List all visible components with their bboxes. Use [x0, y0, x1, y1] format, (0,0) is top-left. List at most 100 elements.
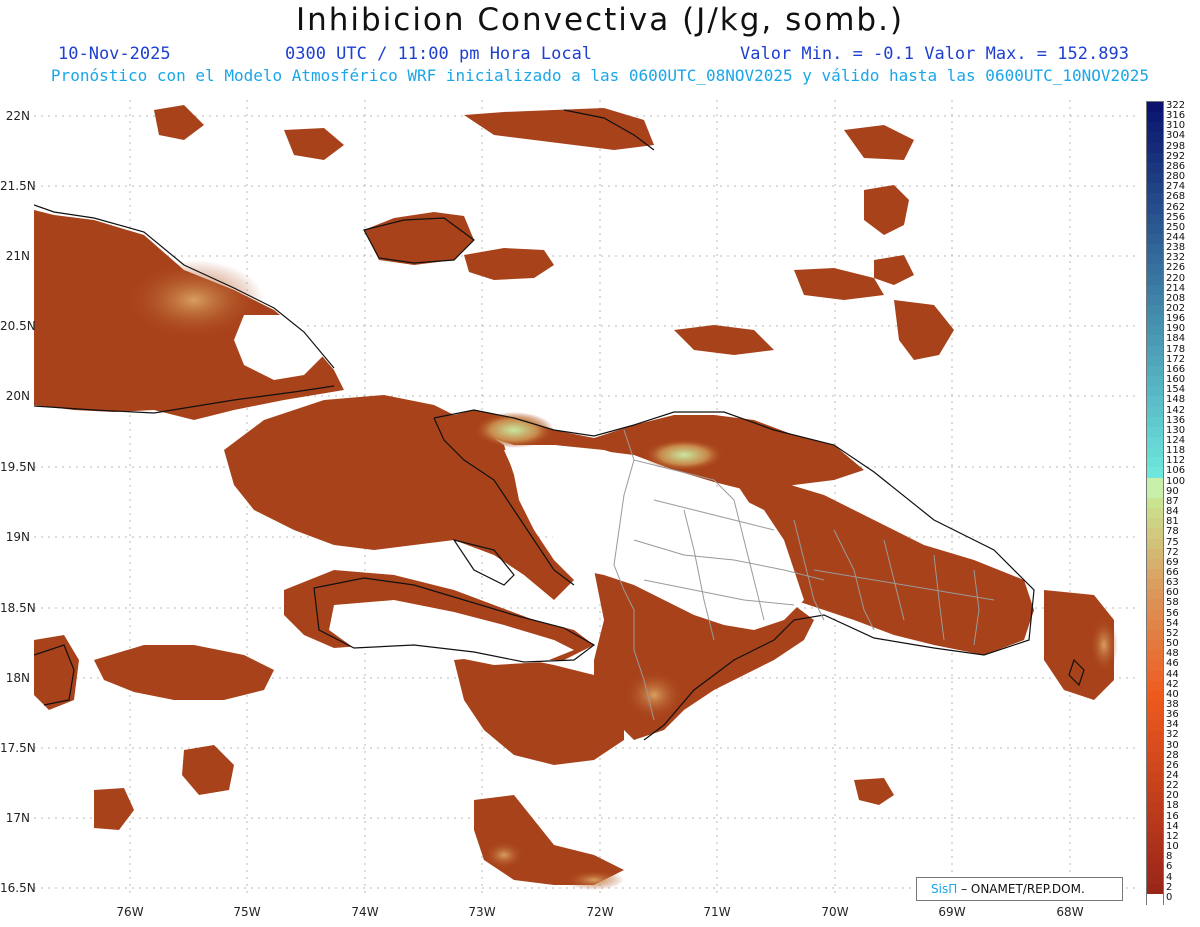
forecast-date: 10-Nov-2025 [58, 44, 171, 64]
colorbar-segment [1147, 802, 1163, 814]
lat-label: 17.5N [0, 741, 36, 755]
colorbar-segment [1147, 690, 1163, 702]
colorbar-segment [1147, 376, 1163, 387]
colorbar-segment [1147, 893, 1163, 905]
colorbar-segment [1147, 761, 1163, 773]
colorbar-segment [1147, 305, 1163, 316]
min-max-values: Valor Min. = -0.1 Valor Max. = 152.893 [740, 44, 1129, 64]
lat-label: 20.5N [0, 319, 36, 333]
colorbar-label: 58 [1166, 597, 1179, 609]
lat-label: 18N [5, 671, 30, 685]
colorbar-segment [1147, 457, 1163, 469]
colorbar-segment [1147, 467, 1163, 479]
colorbar-label: 6 [1166, 861, 1173, 873]
colorbar-segment [1147, 721, 1163, 733]
colorbar-segment [1147, 294, 1163, 306]
sis-logo-text: SisΠ [931, 882, 958, 896]
colorbar-segment [1147, 650, 1163, 661]
lat-label: 19.5N [0, 460, 36, 474]
credit-box: SisΠ – ONAMET/REP.DOM. [916, 877, 1123, 901]
colorbar-segment [1147, 345, 1163, 357]
colorbar-segment [1147, 508, 1163, 519]
colorbar-segment [1147, 568, 1163, 580]
colorbar-segment [1147, 548, 1163, 560]
lon-label: 72W [586, 905, 614, 919]
colorbar-segment [1147, 629, 1163, 641]
colorbar [1146, 101, 1164, 905]
colorbar-segment [1147, 812, 1163, 824]
colorbar-segment [1147, 396, 1163, 408]
colorbar-segment [1147, 284, 1163, 296]
colorbar-segment [1147, 335, 1163, 347]
lat-label: 19N [5, 530, 30, 544]
cin-map [34, 100, 1137, 897]
colorbar-segment [1147, 619, 1163, 631]
colorbar-segment [1147, 355, 1163, 367]
colorbar-segment [1147, 162, 1163, 174]
colorbar-segment [1147, 132, 1163, 144]
lon-label: 68W [1056, 905, 1084, 919]
credit-text: – ONAMET/REP.DOM. [961, 882, 1085, 896]
colorbar-segment [1147, 274, 1163, 286]
colorbar-segment [1147, 558, 1163, 570]
colorbar-label: 0 [1166, 891, 1173, 903]
colorbar-segment [1147, 183, 1163, 194]
colorbar-segment [1147, 213, 1163, 225]
colorbar-segment [1147, 751, 1163, 763]
colorbar-segment [1147, 599, 1163, 611]
colorbar-segment [1147, 832, 1163, 844]
colorbar-segment [1147, 660, 1163, 672]
colorbar-segment [1147, 112, 1163, 123]
colorbar-segment [1147, 700, 1163, 712]
colorbar-label: 304 [1166, 130, 1186, 142]
colorbar-segment [1147, 365, 1163, 377]
colorbar-label: 184 [1166, 333, 1186, 345]
colorbar-segment [1147, 792, 1163, 804]
colorbar-segment [1147, 487, 1163, 499]
colorbar-label: 18 [1166, 800, 1179, 812]
colorbar-segment [1147, 579, 1163, 590]
colorbar-segment [1147, 670, 1163, 682]
colorbar-label: 32 [1166, 729, 1179, 741]
colorbar-label: 44 [1166, 668, 1179, 680]
colorbar-segment [1147, 843, 1163, 854]
lat-label: 20N [5, 389, 30, 403]
colorbar-segment [1147, 406, 1163, 418]
colorbar-segment [1147, 193, 1163, 205]
colorbar-segment [1147, 782, 1163, 793]
colorbar-segment [1147, 538, 1163, 550]
lon-label: 70W [821, 905, 849, 919]
lon-label: 69W [938, 905, 966, 919]
colorbar-segment [1147, 772, 1163, 783]
colorbar-segment [1147, 680, 1163, 692]
lat-label: 21.5N [0, 179, 36, 193]
colorbar-segment [1147, 447, 1163, 458]
lat-label: 17N [5, 811, 30, 825]
colorbar-segment [1147, 233, 1163, 245]
colorbar-segment [1147, 315, 1163, 326]
colorbar-segment [1147, 426, 1163, 438]
lon-label: 74W [351, 905, 379, 919]
colorbar-segment [1147, 609, 1163, 621]
colorbar-label: 106 [1166, 465, 1186, 477]
forecast-time: 0300 UTC / 11:00 pm Hora Local [285, 44, 593, 64]
colorbar-segment [1147, 152, 1163, 164]
colorbar-label: 268 [1166, 191, 1186, 203]
colorbar-segment [1147, 386, 1163, 397]
colorbar-label: 78 [1166, 526, 1179, 538]
colorbar-segment [1147, 244, 1163, 255]
lon-label: 71W [703, 905, 731, 919]
colorbar-segment [1147, 589, 1163, 601]
colorbar-segment [1147, 102, 1163, 113]
colorbar-segment [1147, 741, 1163, 753]
colorbar-segment [1147, 223, 1163, 235]
colorbar-segment [1147, 437, 1163, 448]
lat-label: 16.5N [0, 881, 36, 895]
colorbar-segment [1147, 528, 1163, 540]
colorbar-label: 148 [1166, 394, 1186, 406]
lat-label: 18.5N [0, 601, 36, 615]
map-title: Inhibicion Convectiva (J/kg, somb.) [295, 2, 905, 38]
colorbar-segment [1147, 142, 1163, 154]
lat-label: 22N [5, 109, 30, 123]
lon-label: 76W [116, 905, 144, 919]
